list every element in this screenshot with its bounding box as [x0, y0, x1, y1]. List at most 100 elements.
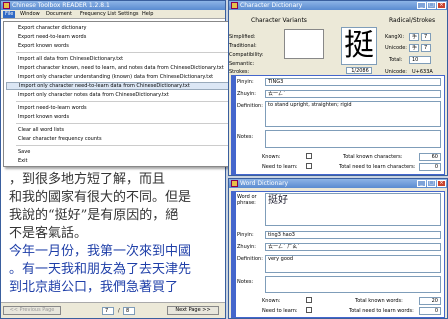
- main-title-bar[interactable]: Chinese Toolbox READER 1.2.8.1: [1, 1, 225, 10]
- char-dict-title: Character Dictionary: [240, 2, 303, 9]
- page-number-input[interactable]: 7: [102, 307, 114, 315]
- pinyin-label: Pinyin:: [237, 232, 254, 238]
- kangxi-strokes: 7: [421, 33, 431, 41]
- app-icon: [3, 2, 10, 9]
- text-line: 和我的國家有很大的不同。但是: [9, 190, 192, 205]
- menu-item-export-known-words[interactable]: Export known words: [18, 43, 69, 49]
- menu-item-save[interactable]: Save: [18, 149, 30, 155]
- known-label: Known:: [262, 298, 281, 304]
- kangxi-radical: 手: [409, 33, 419, 41]
- menu-item-export-char-dict[interactable]: Export character dictionary: [18, 25, 86, 31]
- variants-heading: Character Variants: [251, 17, 307, 24]
- pinyin-label: Pinyin:: [237, 79, 254, 85]
- window-icon: [231, 2, 238, 9]
- text-line: 不是客氣話。: [9, 226, 88, 241]
- menu-separator: [16, 52, 234, 53]
- known-checkbox[interactable]: [306, 297, 312, 303]
- next-page-button[interactable]: Next Page >>: [167, 306, 219, 315]
- word-dict-title: Word Dictionary: [240, 180, 289, 187]
- menu-item-import-known-need-notes[interactable]: Import character known, need to learn, a…: [18, 65, 224, 71]
- unicode-radical-label: Unicode:: [385, 45, 407, 51]
- menu-document[interactable]: Document: [46, 11, 72, 18]
- zhuyin-field[interactable]: ㄊ一ㄥˇ: [265, 90, 441, 98]
- total-known-label: Total known words:: [355, 298, 403, 304]
- close-button[interactable]: ×: [437, 2, 446, 9]
- maximize-button[interactable]: □: [427, 2, 436, 9]
- radical-heading: Radical/Strokes: [389, 17, 436, 24]
- semantic-label: Semantic:: [229, 61, 255, 67]
- definition-field[interactable]: to stand upright, straighten; rigid: [265, 101, 441, 127]
- word-dictionary-window: Word Dictionary _ □ × Word or phrase: 挺好…: [228, 178, 448, 319]
- variant-grid: [284, 29, 324, 59]
- minimize-button[interactable]: _: [417, 2, 426, 9]
- definition-label: Definition:: [237, 103, 263, 109]
- need-to-learn-label: Need to learn:: [262, 164, 298, 170]
- minimize-button[interactable]: _: [417, 180, 426, 187]
- kangxi-label: KangXi:: [385, 34, 405, 40]
- simplified-label: Simplified:: [229, 34, 256, 40]
- menu-item-clear-word-lists[interactable]: Clear all word lists: [18, 127, 64, 133]
- page-separator: /: [118, 308, 120, 314]
- menu-window[interactable]: Window: [20, 11, 40, 18]
- menu-item-import-notes-only[interactable]: Import only character notes data from Ch…: [18, 92, 169, 98]
- frequency-rank: 1/2086: [346, 67, 372, 74]
- compatibility-label: Compatibility:: [229, 52, 264, 58]
- page-total: 8: [123, 307, 135, 315]
- definition-field[interactable]: very good: [265, 255, 441, 273]
- total-known-value: 20: [419, 297, 441, 305]
- total-need-label: Total need to learn characters:: [339, 164, 416, 170]
- menu-item-clear-frequency[interactable]: Clear character frequency counts: [18, 136, 102, 142]
- menu-file[interactable]: File: [3, 11, 16, 18]
- total-need-value: 0: [419, 163, 441, 171]
- notes-field[interactable]: [265, 130, 441, 148]
- previous-page-button[interactable]: << Previous Page: [3, 306, 61, 315]
- main-title: Chinese Toolbox READER 1.2.8.1: [12, 2, 110, 9]
- need-to-learn-label: Need to learn:: [262, 308, 298, 314]
- menu-item-import-need-words[interactable]: Import need-to-learn words: [18, 105, 87, 111]
- pinyin-field[interactable]: ting3 hao3: [265, 231, 441, 239]
- file-menu-dropdown: Export character dictionary Export need-…: [3, 21, 237, 167]
- menu-help[interactable]: Help: [142, 11, 153, 18]
- need-to-learn-checkbox[interactable]: [306, 163, 312, 169]
- pinyin-field[interactable]: TING3: [265, 78, 441, 86]
- text-line: 。有一天我和朋友為了去天津先: [9, 262, 192, 277]
- maximize-button[interactable]: □: [427, 180, 436, 187]
- menubar: File Window Document Frequency List Sett…: [1, 10, 225, 19]
- menu-item-exit[interactable]: Exit: [18, 158, 27, 164]
- zhuyin-field[interactable]: ㄊ一ㄥˇ ㄏㄠˇ: [265, 243, 441, 251]
- known-checkbox[interactable]: [306, 153, 312, 159]
- traditional-label: Traditional:: [229, 43, 257, 49]
- char-dict-title-bar[interactable]: Character Dictionary _ □ ×: [229, 1, 447, 10]
- menu-separator: [16, 123, 234, 124]
- definition-label: Definition:: [237, 256, 263, 262]
- text-line: ，到很多地方短了解，而且: [9, 172, 166, 187]
- known-label: Known:: [262, 154, 281, 160]
- word-dict-title-bar[interactable]: Word Dictionary _ □ ×: [229, 179, 447, 188]
- menu-item-export-need-words[interactable]: Export need-to-learn words: [18, 34, 86, 40]
- reading-pane: ，到很多地方短了解，而且 和我的國家有很大的不同。但是 我說的“挺好”是有原因的…: [3, 169, 223, 299]
- menu-settings[interactable]: Settings: [118, 11, 139, 18]
- total-need-label: Total need to learn words:: [349, 308, 414, 314]
- total-need-value: 0: [419, 307, 441, 315]
- zhuyin-label: Zhuyin:: [237, 91, 256, 97]
- notes-label: Notes:: [237, 134, 254, 140]
- character-dictionary-window: Character Dictionary _ □ × Character Var…: [228, 0, 448, 176]
- menu-item-import-all[interactable]: Import all data from ChineseDictionary.t…: [18, 56, 123, 62]
- total-label: Total:: [389, 57, 403, 63]
- word-field[interactable]: 挺好: [265, 193, 441, 226]
- menu-item-import-need-only[interactable]: Import only character need-to-learn data…: [6, 82, 235, 90]
- close-button[interactable]: ×: [437, 180, 446, 187]
- zhuyin-label: Zhuyin:: [237, 244, 256, 250]
- word-label: Word or phrase:: [237, 194, 257, 206]
- window-icon: [231, 180, 238, 187]
- unicode-strokes: 7: [421, 44, 431, 52]
- menu-frequency-list[interactable]: Frequency List: [80, 11, 116, 18]
- menu-item-import-known-only[interactable]: Import only character understanding (kno…: [18, 74, 213, 80]
- text-line: 今年一月份，我第一次來到中國: [9, 244, 192, 259]
- page-nav: << Previous Page 7 / 8 Next Page >>: [1, 302, 225, 318]
- need-to-learn-checkbox[interactable]: [306, 307, 312, 313]
- total-strokes: 10: [409, 56, 431, 64]
- notes-field[interactable]: [265, 276, 441, 293]
- text-line: 到北京趙公口，我們急著買了: [9, 280, 179, 295]
- menu-item-import-known-words[interactable]: Import known words: [18, 114, 69, 120]
